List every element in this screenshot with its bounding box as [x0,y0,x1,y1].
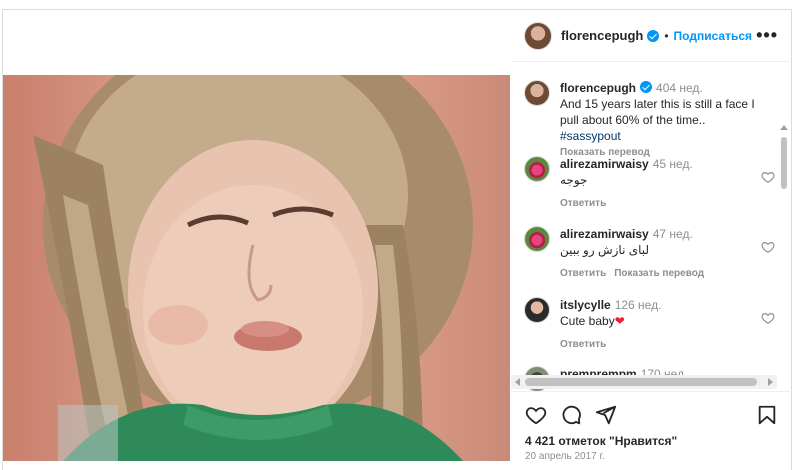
caption-avatar[interactable] [524,80,550,106]
author-username[interactable]: florencepugh [561,28,643,43]
like-comment-heart-icon[interactable] [761,170,775,184]
post-dialog: florencepugh • Подписаться ••• florencep… [2,9,792,470]
separator-dot: • [664,28,669,43]
like-comment-heart-icon[interactable] [761,240,775,254]
comment-time: 47 нед. [652,227,693,241]
post-header: florencepugh • Подписаться ••• [511,10,792,62]
red-heart-emoji: ❤ [614,314,625,328]
scroll-left-arrow-icon[interactable] [515,378,520,386]
post-sidebar: florencepugh • Подписаться ••• florencep… [511,10,792,470]
caption-hashtag[interactable]: #sassypout [560,129,621,143]
comment-text: لبای نازش رو ببین [560,243,650,257]
comments-vertical-scrollbar[interactable] [778,123,790,391]
comment-icon[interactable] [560,404,582,426]
scroll-up-arrow-icon[interactable] [780,125,788,130]
bookmark-icon[interactable] [756,404,778,426]
scroll-thumb[interactable] [781,137,787,189]
reply-link[interactable]: Ответить [560,198,606,209]
verified-badge-icon [647,29,660,42]
caption-text-body: And 15 years later this is still a face … [560,97,755,127]
post-actions: 4 421 отметок "Нравится" 20 апрель 2017 … [511,391,792,470]
caption-username[interactable]: florencepugh [560,81,636,95]
likes-count[interactable]: 4 421 отметок "Нравится" [525,434,677,448]
like-comment-heart-icon[interactable] [761,311,775,325]
comment-username[interactable]: itslycylle [560,298,611,312]
commenter-avatar[interactable] [524,156,550,182]
comment-username[interactable]: alirezamirwaisy [560,227,649,241]
comment-text-body: Cute baby [560,314,615,328]
comment-time: 45 нед. [652,157,693,171]
comments-list: florencepugh 404 нед. And 15 years later … [511,63,792,391]
reply-link[interactable]: Ответить [560,268,606,279]
post-media [3,10,510,470]
verified-badge-icon [640,81,653,93]
photo-girl-pouting [33,75,473,461]
more-options-icon[interactable]: ••• [756,26,778,44]
like-heart-icon[interactable] [525,404,547,426]
horizontal-scroll-thumb[interactable] [525,378,757,386]
comment-time: 126 нед. [614,298,662,312]
comment-username[interactable]: alirezamirwaisy [560,157,649,171]
commenter-avatar[interactable] [524,226,550,252]
reply-link[interactable]: Ответить [560,339,606,350]
author-avatar[interactable] [524,21,552,50]
scroll-right-arrow-icon[interactable] [768,378,773,386]
post-date[interactable]: 20 апрель 2017 г. [525,451,605,462]
follow-button[interactable]: Подписаться [674,29,752,43]
comment-text: Cute baby❤ [560,313,756,329]
post-photo[interactable] [3,75,510,461]
caption-time[interactable]: 404 нед. [656,81,703,95]
comments-horizontal-scrollbar[interactable] [511,375,777,389]
comment-text: جوجه [560,173,588,187]
share-icon[interactable] [595,404,617,426]
caption-text: And 15 years later this is still a face … [560,96,756,144]
translate-link[interactable]: Показать перевод [614,268,704,279]
commenter-avatar[interactable] [524,297,550,323]
